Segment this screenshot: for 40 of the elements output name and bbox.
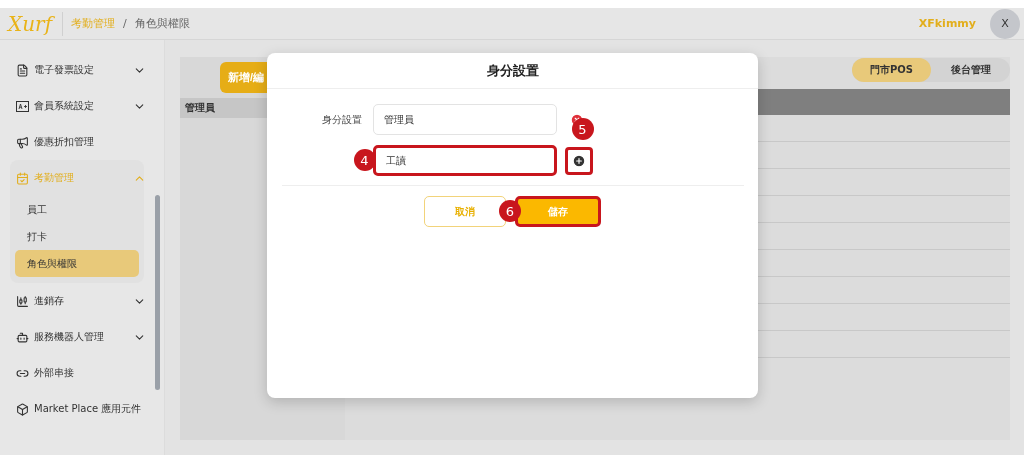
sidebar-label: 服務機器人管理 [34, 330, 104, 344]
step-badge: 4 [353, 149, 376, 171]
breadcrumb-separator: / [123, 17, 127, 30]
sidebar-item[interactable]: 優惠折扣管理 [10, 124, 152, 160]
plus-icon [571, 153, 586, 168]
role-name-field[interactable]: 工讀 [372, 145, 557, 176]
sidebar-item[interactable]: 進銷存 [10, 283, 152, 319]
user-avatar[interactable]: X [990, 8, 1020, 39]
sidebar-item[interactable]: 會員系統設定 [10, 88, 152, 124]
role-name-field[interactable]: 管理員 [372, 104, 557, 135]
chart-icon [16, 294, 29, 308]
sidebar-label: 考勤管理 [34, 171, 74, 185]
sidebar-label: 外部串接 [34, 366, 74, 380]
member-card-icon [16, 100, 29, 112]
sidebar-item[interactable]: 外部串接 [10, 355, 152, 391]
invoice-icon [16, 63, 29, 77]
sidebar-label: 進銷存 [34, 294, 64, 308]
tab[interactable]: 門市POS [852, 58, 931, 82]
tab[interactable]: 後台管理 [931, 58, 1010, 82]
logo: Xurf [8, 11, 64, 36]
sidebar-label: 優惠折扣管理 [34, 135, 94, 149]
calendar-icon [16, 171, 29, 185]
user-name: XFkimmy [918, 17, 976, 30]
megaphone-icon [16, 135, 29, 149]
sidebar-label: 會員系統設定 [34, 99, 94, 113]
submenu-item[interactable]: 打卡 [15, 223, 139, 250]
sidebar-item[interactable]: 電子發票設定 [10, 52, 152, 88]
sidebar-item[interactable]: 服務機器人管理 [10, 319, 152, 355]
breadcrumb-current: 角色與權限 [134, 16, 190, 31]
robot-icon [16, 330, 29, 344]
step-badge: 5 [571, 118, 594, 140]
sidebar-label: Market Place 應用元件 [34, 402, 142, 416]
add-button[interactable] [564, 146, 593, 175]
dialog-title: 身分設置 [267, 53, 758, 89]
submenu-item[interactable]: 員工 [15, 196, 139, 223]
sidebar-label: 電子發票設定 [34, 63, 94, 77]
sidebar-item[interactable]: Market Place 應用元件 [10, 391, 152, 427]
submenu-item[interactable]: 角色與權限 [15, 250, 139, 277]
scrollbar[interactable] [155, 195, 160, 390]
cube-icon [16, 402, 29, 416]
